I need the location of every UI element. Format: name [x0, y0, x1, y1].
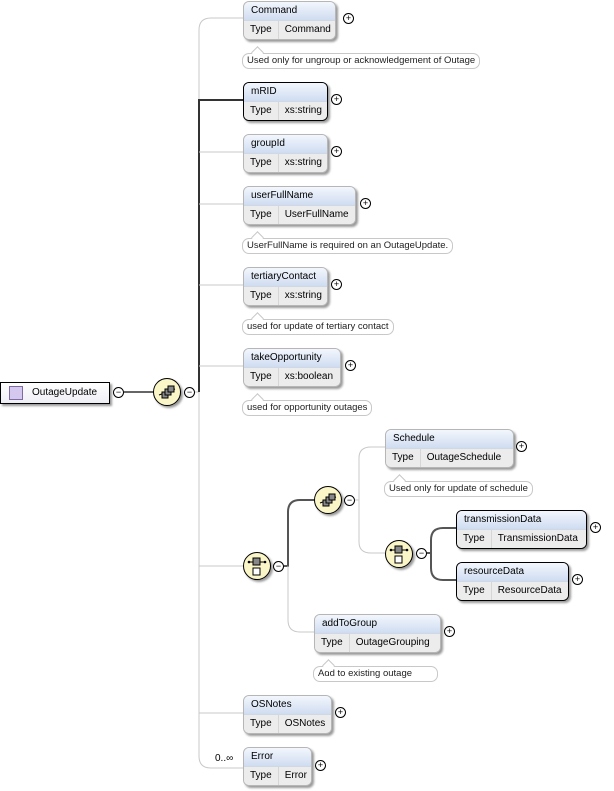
connector-trunk — [195, 17, 243, 393]
sequence-icon — [319, 493, 337, 507]
element-name: resourceData — [457, 563, 568, 582]
element-takeopportunity[interactable]: takeOpportunity Type xs:boolean — [243, 348, 341, 387]
expand-transmissiondata-button[interactable]: + — [590, 522, 601, 533]
connector-innerchoice-resource — [430, 553, 456, 581]
sequence-compositor-inner[interactable] — [314, 486, 342, 514]
element-name: Error — [244, 748, 311, 767]
connector-seq-schedule — [355, 446, 385, 501]
element-userfullname[interactable]: userFullName Type UserFullName — [243, 186, 356, 225]
expand-resourcedata-button[interactable]: + — [572, 574, 583, 585]
error-cardinality: 0..∞ — [215, 753, 234, 764]
connector-mrid — [198, 99, 243, 392]
type-value: xs:string — [284, 157, 322, 168]
expand-addtogroup-button[interactable]: + — [444, 626, 455, 637]
collapse-root-button[interactable]: − — [113, 387, 124, 398]
element-schedule[interactable]: Schedule Type OutageSchedule — [385, 429, 514, 468]
annotation-takeopportunity: used for opportunity outages — [242, 400, 373, 416]
choice-icon — [389, 545, 409, 564]
type-label: Type — [386, 449, 421, 467]
element-name: OSNotes — [244, 696, 331, 715]
element-groupid[interactable]: groupId Type xs:string — [243, 134, 328, 173]
element-name: Schedule — [386, 430, 513, 449]
collapse-choice-button[interactable]: − — [273, 561, 284, 572]
type-value: TransmissionData — [497, 533, 578, 544]
annotation-schedule: Used only for update of schedule — [384, 481, 533, 497]
type-label: Type — [244, 206, 279, 224]
choice-compositor[interactable] — [243, 552, 271, 580]
connector-choice-sequence — [284, 499, 314, 567]
element-resourcedata[interactable]: resourceData Type ResourceData — [456, 562, 569, 601]
type-value: OutageGrouping — [355, 637, 430, 648]
root-element-outageupdate[interactable]: OutageUpdate — [0, 382, 110, 404]
annotation-command: Used only for ungroup or acknowledgement… — [242, 53, 481, 69]
connector-seq-innerchoice — [358, 500, 385, 554]
choice-compositor-inner[interactable] — [385, 540, 413, 568]
type-label: Type — [244, 21, 279, 39]
expand-mrid-button[interactable]: + — [331, 94, 342, 105]
element-name: mRID — [244, 83, 327, 102]
type-label: Type — [244, 287, 279, 305]
type-label: Type — [457, 530, 492, 548]
element-command[interactable]: Command Type Command — [243, 1, 336, 40]
expand-osnotes-button[interactable]: + — [335, 707, 346, 718]
type-value: UserFullName — [284, 209, 349, 220]
element-tertiarycontact[interactable]: tertiaryContact Type xs:string — [243, 267, 328, 306]
type-value: OutageSchedule — [426, 452, 502, 463]
type-label: Type — [244, 154, 279, 172]
type-label: Type — [457, 582, 492, 600]
expand-schedule-button[interactable]: + — [516, 441, 527, 452]
type-value: OSNotes — [284, 718, 326, 729]
element-name: groupId — [244, 135, 327, 154]
element-name: Command — [244, 2, 335, 21]
type-label: Type — [244, 102, 279, 120]
expand-command-button[interactable]: + — [343, 13, 354, 24]
type-value: xs:string — [284, 105, 322, 116]
choice-icon — [247, 557, 267, 576]
expand-tertiarycontact-button[interactable]: + — [331, 279, 342, 290]
type-value: ResourceData — [497, 585, 562, 596]
expand-error-button[interactable]: + — [315, 760, 326, 771]
connector-trunk-lower — [198, 392, 243, 769]
type-value: Command — [284, 24, 331, 35]
element-error[interactable]: Error Type Error — [243, 747, 312, 786]
element-mrid[interactable]: mRID Type xs:string — [243, 82, 328, 121]
type-label: Type — [315, 634, 350, 652]
collapse-inner-sequence-button[interactable]: − — [344, 495, 355, 506]
type-value: Error — [284, 770, 307, 781]
collapse-inner-choice-button[interactable]: − — [416, 548, 427, 559]
element-name: takeOpportunity — [244, 349, 340, 368]
annotation-tertiarycontact: used for update of tertiary contact — [242, 319, 394, 335]
element-addtogroup[interactable]: addToGroup Type OutageGrouping — [314, 614, 441, 653]
type-value: xs:boolean — [284, 371, 334, 382]
type-label: Type — [244, 767, 279, 785]
element-name: tertiaryContact — [244, 268, 327, 287]
type-value: xs:string — [284, 290, 322, 301]
complex-type-icon — [9, 386, 23, 400]
annotation-userfullname: UserFullName is required on an OutageUpd… — [242, 238, 454, 254]
connector-innerchoice-transmission — [427, 527, 456, 554]
collapse-main-sequence-button[interactable]: − — [184, 387, 195, 398]
element-transmissiondata[interactable]: transmissionData Type TransmissionData — [456, 510, 587, 549]
element-name: addToGroup — [315, 615, 440, 634]
annotation-addtogroup: Add to existing outage — [313, 666, 438, 682]
connector-choice-addtogroup — [287, 566, 314, 633]
expand-takeopportunity-button[interactable]: + — [345, 360, 356, 371]
element-name: transmissionData — [457, 511, 586, 530]
type-label: Type — [244, 715, 279, 733]
sequence-icon — [158, 385, 176, 399]
element-osnotes[interactable]: OSNotes Type OSNotes — [243, 695, 332, 734]
type-label: Type — [244, 368, 279, 386]
root-element-name: OutageUpdate — [32, 387, 98, 398]
sequence-compositor-main[interactable] — [153, 378, 181, 406]
element-name: userFullName — [244, 187, 355, 206]
expand-groupid-button[interactable]: + — [331, 146, 342, 157]
expand-userfullname-button[interactable]: + — [360, 198, 371, 209]
